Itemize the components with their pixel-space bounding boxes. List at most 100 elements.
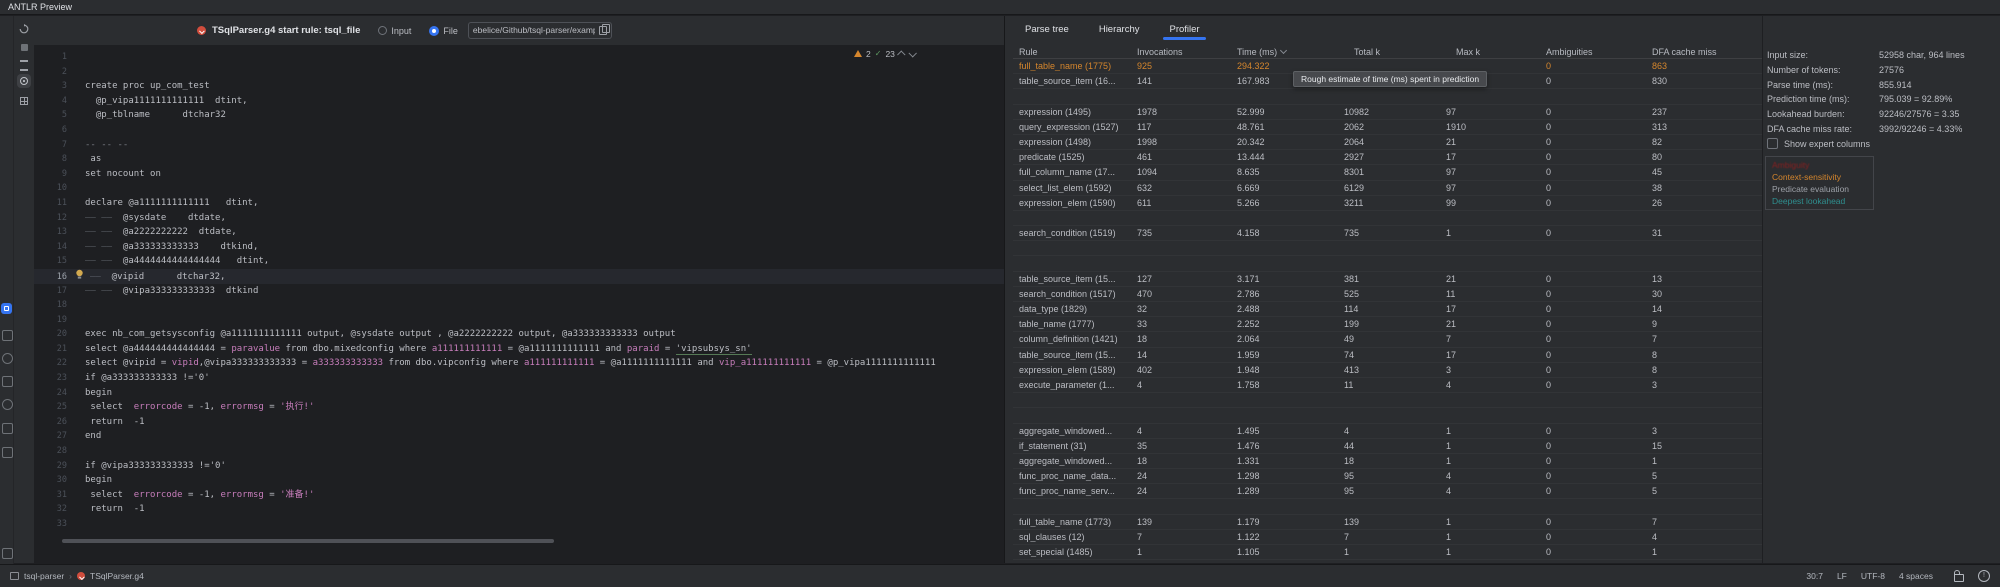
left-stripe-bottom-icon[interactable] xyxy=(2,548,13,559)
table-row[interactable]: table_source_item (15...1273.17138121013 xyxy=(1013,272,1763,287)
code-editor[interactable]: 123create proc up_com_test4 @p_vipa11111… xyxy=(34,45,1004,563)
left-stripe-icon-1[interactable] xyxy=(2,330,13,341)
tab-parse-tree[interactable]: Parse tree xyxy=(1023,24,1071,35)
line-number: 12 xyxy=(34,211,67,226)
table-row[interactable]: full_table_name (1773)1391.179139107 xyxy=(1013,515,1763,530)
tab-profiler[interactable]: Profiler xyxy=(1167,24,1201,35)
profiler-tabs: Parse tree Hierarchy Profiler xyxy=(1023,16,1202,42)
left-stripe-icon-4[interactable] xyxy=(2,399,13,410)
table-row[interactable]: search_condition (1519)7354.1587351031 xyxy=(1013,226,1763,241)
info-icon[interactable]: ! xyxy=(1978,570,1990,582)
table-row[interactable]: predicate (1525)46113.444292717080 xyxy=(1013,150,1763,165)
refresh-icon[interactable] xyxy=(17,22,31,36)
stat-value: 855.914 xyxy=(1879,80,1912,90)
profiler-table[interactable]: RuleInvocationsTime (ms)Total kMax kAmbi… xyxy=(1013,45,1763,563)
caret-position[interactable]: 30:7 xyxy=(1806,571,1823,581)
copy-icon[interactable] xyxy=(599,26,607,35)
table-row[interactable]: query_expression (1527)11748.76120621910… xyxy=(1013,120,1763,135)
line-ending[interactable]: LF xyxy=(1837,571,1847,581)
text-lines-icon[interactable] xyxy=(17,58,31,72)
table-row[interactable]: expression_elem (1589)4021.948413308 xyxy=(1013,363,1763,378)
table-row[interactable]: func_proc_name_serv...241.28995405 xyxy=(1013,484,1763,499)
left-stripe-icon-3[interactable] xyxy=(2,376,13,387)
cell-rule: select_list_elem (1592) xyxy=(1013,183,1131,193)
check-icon: ✓ xyxy=(875,49,882,58)
table-row[interactable]: data_type (1829)322.48811417014 xyxy=(1013,302,1763,317)
file-path-field[interactable]: ebelice/Github/tsql-parser/examples/big.… xyxy=(468,22,612,39)
column-header[interactable]: Invocations xyxy=(1131,47,1231,57)
left-stripe-icon-5[interactable] xyxy=(2,423,13,434)
code-line: 33 xyxy=(34,517,1004,532)
cell-time: 4.158 xyxy=(1231,228,1338,238)
table-row[interactable]: sql_clauses (12)71.1227104 xyxy=(1013,530,1763,545)
cell-rule: table_source_item (16... xyxy=(1013,76,1131,86)
table-row[interactable]: expression (1498)199820.342206421082 xyxy=(1013,135,1763,150)
table-row[interactable] xyxy=(1013,499,1763,514)
column-header[interactable]: DFA cache miss xyxy=(1646,47,1761,57)
table-row[interactable]: table_source_item (15...141.959741708 xyxy=(1013,348,1763,363)
inspection-widget[interactable]: 2 ✓ 23 xyxy=(854,47,915,60)
table-row[interactable] xyxy=(1013,393,1763,408)
table-row[interactable]: if_statement (31)351.476441015 xyxy=(1013,439,1763,454)
file-radio[interactable]: File xyxy=(425,26,458,36)
column-header[interactable]: Time (ms) xyxy=(1231,47,1338,57)
cell-time: 1.122 xyxy=(1231,532,1338,542)
table-row[interactable]: aggregate_windowed...41.4954103 xyxy=(1013,424,1763,439)
stat-label: Input size: xyxy=(1767,50,1879,60)
tooltip: Rough estimate of time (ms) spent in pre… xyxy=(1293,71,1487,87)
cell-rule: search_condition (1519) xyxy=(1013,228,1131,238)
stat-value: 795.039 = 92.89% xyxy=(1879,94,1952,104)
table-row[interactable] xyxy=(1013,211,1763,226)
chevron-up-icon[interactable] xyxy=(897,50,905,58)
antlr-preview-stripe-icon[interactable] xyxy=(1,303,12,314)
column-header[interactable]: Total k xyxy=(1338,47,1440,57)
column-header[interactable]: Max k xyxy=(1440,47,1540,57)
column-header[interactable]: Ambiguities xyxy=(1540,47,1646,57)
table-row[interactable] xyxy=(1013,241,1763,256)
cell-dfa: 6 xyxy=(1646,562,1761,563)
tab-hierarchy[interactable]: Hierarchy xyxy=(1097,24,1142,35)
expert-columns-checkbox[interactable]: Show expert columns xyxy=(1767,138,1870,149)
code-text: if @a333333333333 !='0' xyxy=(85,373,210,383)
table-row[interactable] xyxy=(1013,256,1763,271)
cell-time: 20.342 xyxy=(1231,137,1338,147)
table-row[interactable]: expression (1495)197852.99910982970237 xyxy=(1013,105,1763,120)
breadcrumb-file[interactable]: TSqlParser.g4 xyxy=(90,571,144,581)
cell-time: 1.331 xyxy=(1231,456,1338,466)
input-radio[interactable]: Input xyxy=(374,26,411,36)
line-number: 8 xyxy=(34,152,67,167)
table-row[interactable]: set_special (1485)11.1051101 xyxy=(1013,545,1763,560)
cell-rule: set_special (1485) xyxy=(1013,547,1131,557)
file-encoding[interactable]: UTF-8 xyxy=(1861,571,1885,581)
table-row[interactable]: expression_elem (1590)6115.266321199026 xyxy=(1013,196,1763,211)
table-row[interactable]: select_list_elem (1592)6326.669612997038 xyxy=(1013,181,1763,196)
table-row[interactable]: execute_parameter (1...41.75811403 xyxy=(1013,378,1763,393)
editor-lines: 123create proc up_com_test4 @p_vipa11111… xyxy=(34,50,1004,532)
cell-max: 21 xyxy=(1440,274,1540,284)
left-stripe-icon-2[interactable] xyxy=(2,353,13,364)
cell-total: 1 xyxy=(1338,547,1440,557)
cell-max: 4 xyxy=(1440,471,1540,481)
table-row[interactable]: aggregate_windowed...181.33118101 xyxy=(1013,454,1763,469)
horizontal-scrollbar[interactable] xyxy=(62,539,554,543)
table-row[interactable]: column_definition (1421)182.06449707 xyxy=(1013,332,1763,347)
table-row[interactable]: table_name (1777)332.2521992109 xyxy=(1013,317,1763,332)
table-row[interactable] xyxy=(1013,408,1763,423)
code-line: 9set nocount on xyxy=(34,167,1004,182)
profiler-mode-icon[interactable] xyxy=(17,74,31,88)
table-row[interactable]: search_condition (1517)4702.78652511030 xyxy=(1013,287,1763,302)
stop-icon[interactable] xyxy=(17,40,31,54)
table-row[interactable]: full_column_name (17...10948.63583019704… xyxy=(1013,165,1763,180)
table-row[interactable]: func_proc_name_data...241.29895405 xyxy=(1013,469,1763,484)
table-row[interactable] xyxy=(1013,89,1763,104)
left-stripe-icon-6[interactable] xyxy=(2,447,13,458)
grid-icon[interactable] xyxy=(17,94,31,108)
breadcrumb-project[interactable]: tsql-parser xyxy=(24,571,64,581)
cell-max: 17 xyxy=(1440,350,1540,360)
unlock-icon[interactable] xyxy=(1954,574,1964,582)
indent-setting[interactable]: 4 spaces xyxy=(1899,571,1933,581)
code-text: return -1 xyxy=(85,417,145,427)
line-number: 28 xyxy=(34,444,67,459)
column-header[interactable]: Rule xyxy=(1013,47,1131,57)
table-row[interactable]: select_list (1581)6321.073632106 xyxy=(1013,560,1763,563)
